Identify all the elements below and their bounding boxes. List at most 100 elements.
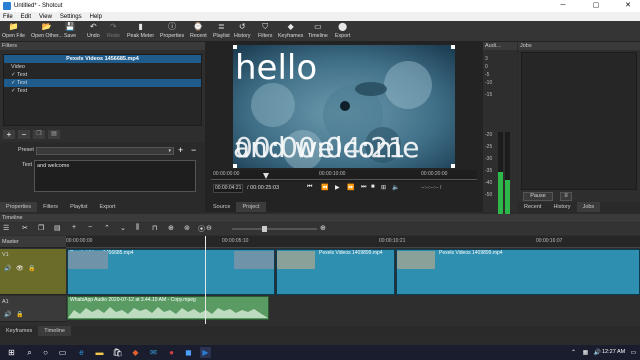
windows-start-icon[interactable]: ⊞ <box>6 347 17 358</box>
lock-icon[interactable]: 🔒 <box>28 265 35 272</box>
app-icon-1[interactable]: ◆ <box>130 347 141 358</box>
split-icon[interactable]: ⫼ <box>136 224 139 232</box>
menu-help[interactable]: Help <box>90 14 102 20</box>
paste-icon[interactable]: ▤ <box>54 224 61 232</box>
add-filter-button[interactable]: + <box>3 130 15 139</box>
menu-file[interactable]: File <box>3 14 13 20</box>
close-button[interactable]: ✕ <box>617 0 639 12</box>
ripple-icon[interactable]: ⊚ <box>184 224 190 232</box>
delete-preset-button[interactable]: − <box>191 145 196 155</box>
menu-icon[interactable]: ☰ <box>3 224 9 232</box>
append-icon[interactable]: + <box>72 224 76 231</box>
corner-handle-bl[interactable] <box>233 164 237 168</box>
tab-jobs[interactable]: Jobs <box>576 202 601 212</box>
tab-properties[interactable]: Properties <box>0 202 38 212</box>
grid-icon[interactable]: ⊞ <box>381 184 386 191</box>
audio-lock-icon[interactable]: 🔒 <box>16 311 23 318</box>
menu-view[interactable]: View <box>39 14 52 20</box>
corner-handle-tr[interactable] <box>451 45 455 49</box>
skip-next-icon[interactable]: ⏭ <box>361 184 366 191</box>
toolbar-undo-button[interactable]: ↶ Undo <box>87 22 100 41</box>
toggle-zoom-icon[interactable]: ■ <box>371 184 375 190</box>
paste-filter-button[interactable]: ▤ <box>48 130 60 139</box>
search-icon[interactable]: ⌕ <box>24 347 35 358</box>
timeline-ruler[interactable]: 00:00:00:00 00:00:05:10 00:00:10:21 00:0… <box>66 236 640 248</box>
tab-timeline[interactable]: Timeline <box>38 326 71 336</box>
toolbar-peak-meter-button[interactable]: ▮ Peak Meter <box>127 22 154 41</box>
video-clip-3[interactable]: Pexels Videos 1409899.mp4 <box>396 249 640 295</box>
hide-icon[interactable]: 👁 <box>16 265 24 272</box>
toolbar-playlist-button[interactable]: ≣ Playlist <box>213 22 230 41</box>
toolbar-open-other-button[interactable]: 📂 Open Other... <box>31 22 63 41</box>
play-icon[interactable]: ▶ <box>335 184 340 191</box>
app-icon-3[interactable]: ● <box>166 347 177 358</box>
toolbar-properties-button[interactable]: ⓘ Properties <box>160 22 184 41</box>
audio-clip[interactable]: WhatsApp Audio 2020-07-12 at 3.44.10 AM … <box>67 296 269 320</box>
notifications-icon[interactable]: ▭ <box>628 347 639 358</box>
toolbar-history-button[interactable]: ↺ History <box>234 22 250 41</box>
corner-handle-br[interactable] <box>451 164 455 168</box>
toolbar-keyframes-button[interactable]: ◆ Keyframes <box>278 22 303 41</box>
preset-select[interactable]: ▾ <box>36 147 174 155</box>
edge-icon[interactable]: e <box>76 347 87 358</box>
scrub-icon[interactable]: ⊕ <box>168 224 174 232</box>
fast-forward-icon[interactable]: ⏩ <box>347 184 354 191</box>
tab-filters[interactable]: Filters <box>37 202 64 212</box>
tab-history[interactable]: History <box>547 202 576 212</box>
ripple-all-icon[interactable]: ⦿ <box>198 224 205 234</box>
pause-button[interactable]: Pause <box>523 192 553 201</box>
app-icon-4[interactable]: ◼ <box>183 347 194 358</box>
current-timecode[interactable]: 00:00:04:21 <box>213 184 243 193</box>
tab-playlist[interactable]: Playlist <box>64 202 93 212</box>
tab-recent[interactable]: Recent <box>518 202 547 212</box>
snap-icon[interactable]: ⊓ <box>152 224 157 232</box>
filter-item-text-2[interactable]: ✓ Text <box>4 79 201 87</box>
video-clip-2[interactable]: Pexels Videos 1409899.mp4 <box>276 249 395 295</box>
tab-project[interactable]: Project <box>236 202 266 212</box>
audio-mute-icon[interactable]: 🔊 <box>4 311 11 318</box>
mute-icon[interactable]: 🔊 <box>4 265 11 272</box>
shotcut-taskbar-icon[interactable]: ▶ <box>200 347 211 358</box>
remove-filter-button[interactable]: − <box>18 130 30 139</box>
zoom-out-icon[interactable]: ⊖ <box>206 224 212 232</box>
overwrite-icon[interactable]: ⌄ <box>120 224 126 232</box>
playhead-marker[interactable] <box>263 173 269 179</box>
track-master[interactable]: Master <box>0 236 66 248</box>
toolbar-save-button[interactable]: 💾 Save <box>64 22 76 41</box>
menu-settings[interactable]: Settings <box>60 14 82 20</box>
track-v1[interactable]: V1 🔊 👁 🔒 <box>0 249 66 295</box>
scrubber-ruler[interactable]: 00:00:00:00 00:00:10:00 00:00:20:00 <box>211 170 477 182</box>
filter-item-text-3[interactable]: ✓ Text <box>4 87 201 95</box>
toolbar-redo-button[interactable]: ↷ Redo <box>107 22 120 41</box>
jobs-menu-button[interactable]: ≡ <box>560 192 572 201</box>
remove-icon[interactable]: − <box>88 224 92 231</box>
lift-icon[interactable]: ⌃ <box>104 224 110 232</box>
skip-previous-icon[interactable]: ⏮ <box>307 184 312 191</box>
corner-handle-tl[interactable] <box>233 45 237 49</box>
file-explorer-icon[interactable]: ▬ <box>94 347 105 358</box>
video-clip-1[interactable]: Pexels Videos 1456685.mp4 <box>67 249 275 295</box>
clock[interactable]: 12:27 AM <box>602 349 625 355</box>
tab-export[interactable]: Export <box>93 202 121 212</box>
toolbar-open-file-button[interactable]: 📁 Open File <box>2 22 25 41</box>
menu-edit[interactable]: Edit <box>21 14 31 20</box>
maximize-button[interactable]: ▢ <box>585 0 607 12</box>
toolbar-export-button[interactable]: ⬤ Export <box>335 22 350 41</box>
toolbar-timeline-button[interactable]: ▭ Timeline <box>308 22 328 41</box>
timeline-playhead[interactable] <box>205 236 206 324</box>
volume-icon[interactable]: 🔈 <box>392 184 399 191</box>
copy-filter-button[interactable]: ❐ <box>33 130 45 139</box>
store-icon[interactable]: 🛍 <box>112 347 123 358</box>
cortana-icon[interactable]: ○ <box>40 347 51 358</box>
track-a1[interactable]: A1 🔊 🔒 <box>0 296 66 322</box>
rewind-icon[interactable]: ⏪ <box>321 184 328 191</box>
save-preset-button[interactable]: + <box>178 145 183 155</box>
zoom-in-icon[interactable]: ⊕ <box>320 224 326 232</box>
zoom-slider-handle[interactable] <box>262 226 267 232</box>
tab-source[interactable]: Source <box>207 202 236 212</box>
toolbar-recent-button[interactable]: ⌚ Recent <box>190 22 207 41</box>
zoom-slider[interactable] <box>232 226 317 232</box>
text-input[interactable]: and welcome <box>34 160 196 192</box>
task-view-icon[interactable]: ▭ <box>57 347 68 358</box>
cut-icon[interactable]: ✂ <box>22 224 28 232</box>
